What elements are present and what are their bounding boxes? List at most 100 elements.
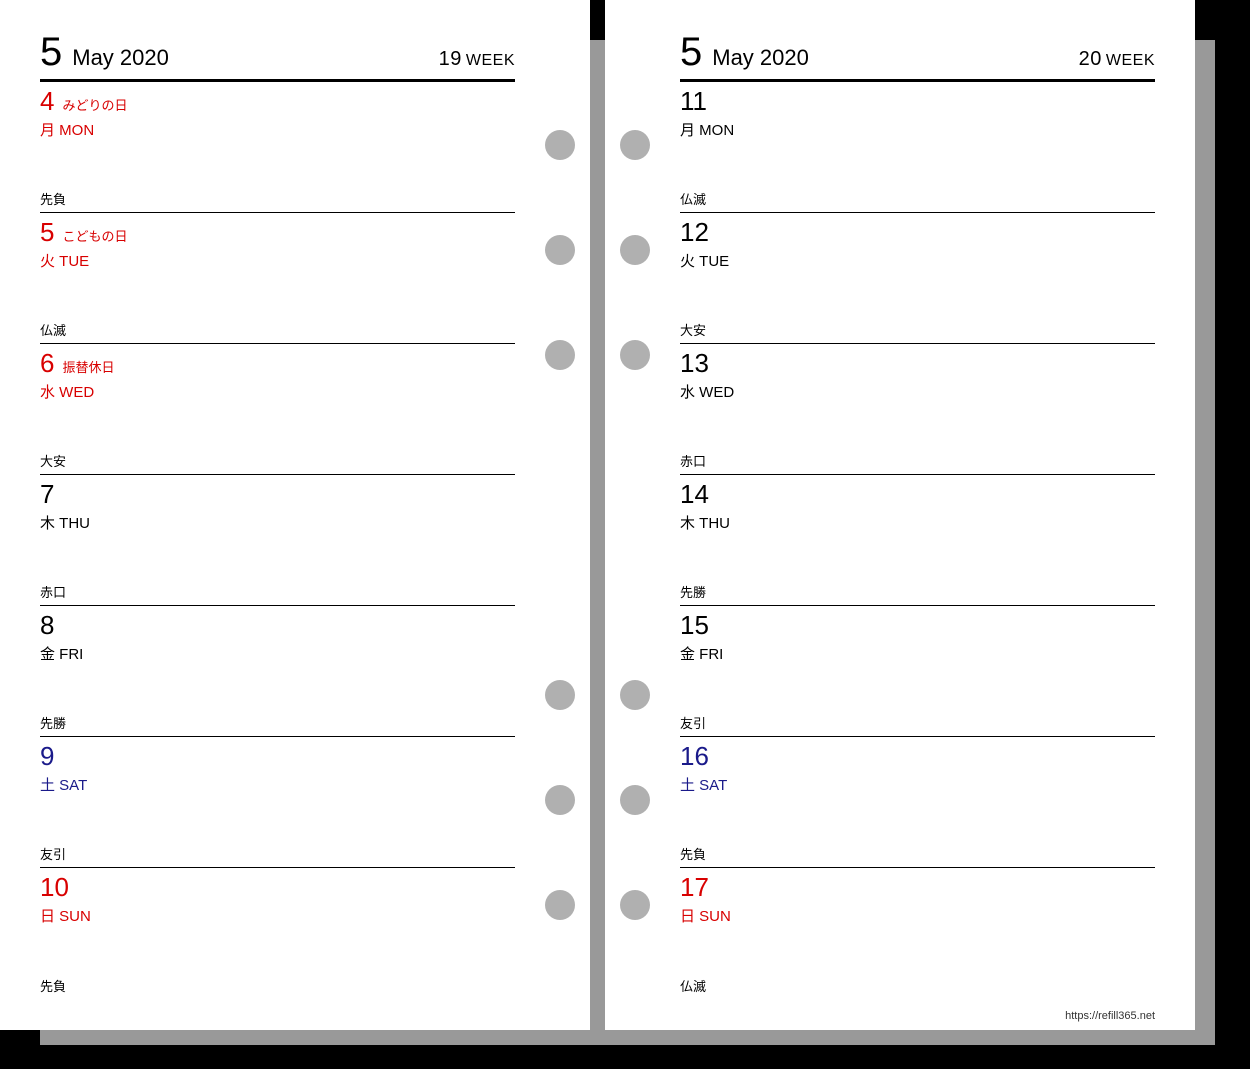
binder-hole-icon (620, 340, 650, 370)
day-row: 17日 SUN 仏滅 (680, 868, 1155, 999)
date-number: 10 (40, 872, 69, 903)
binder-hole-icon (620, 130, 650, 160)
holiday-name: みどりの日 (62, 95, 127, 114)
binder-hole-icon (545, 890, 575, 920)
day-of-week: 日 SUN (40, 905, 515, 926)
date-number: 11 (680, 86, 707, 117)
rokuyou-label: 大安 (40, 451, 66, 470)
rokuyou-label: 先負 (40, 976, 66, 995)
binder-hole-icon (545, 680, 575, 710)
date-line: 13 (680, 348, 1155, 379)
date-number: 13 (680, 348, 709, 379)
rokuyou-label: 先勝 (680, 582, 706, 601)
page-header: 5 May 2020 19WEEK (40, 30, 515, 82)
week-label: 19WEEK (439, 48, 515, 71)
day-of-week: 水 WED (680, 381, 1155, 402)
day-row: 6 振替休日水 WED 大安 (40, 344, 515, 475)
binder-hole-icon (545, 340, 575, 370)
date-number: 8 (40, 610, 54, 641)
binder-hole-icon (545, 785, 575, 815)
binder-hole-icon (620, 235, 650, 265)
day-row: 14木 THU 先勝 (680, 475, 1155, 606)
month-number: 5 (680, 30, 702, 75)
days-list-left: 4 みどりの日月 MON 先負 5 こどもの日火 TUE 仏滅 6 振替休日水 WED 大安 7木… (40, 82, 515, 999)
date-line: 14 (680, 479, 1155, 510)
date-line: 10 (40, 872, 515, 903)
binder-hole-icon (620, 785, 650, 815)
day-row: 9土 SAT 友引 (40, 737, 515, 868)
binder-hole-icon (620, 680, 650, 710)
date-number: 15 (680, 610, 709, 641)
holiday-name: こどもの日 (62, 226, 127, 245)
day-row: 4 みどりの日月 MON 先負 (40, 82, 515, 213)
day-row: 15金 FRI 友引 (680, 606, 1155, 737)
date-number: 7 (40, 479, 54, 510)
date-line: 11 (680, 86, 1155, 117)
date-line: 15 (680, 610, 1155, 641)
date-number: 6 (40, 348, 54, 379)
day-row: 11月 MON 仏滅 (680, 82, 1155, 213)
day-of-week: 土 SAT (680, 774, 1155, 795)
day-row: 12火 TUE 大安 (680, 213, 1155, 344)
date-number: 5 (40, 217, 54, 248)
day-row: 13水 WED 赤口 (680, 344, 1155, 475)
rokuyou-label: 仏滅 (40, 320, 66, 339)
footer-url: https://refill365.net (1065, 1010, 1155, 1022)
date-line: 5 こどもの日 (40, 217, 515, 248)
day-of-week: 月 MON (40, 119, 515, 140)
date-line: 16 (680, 741, 1155, 772)
day-row: 10日 SUN 先負 (40, 868, 515, 999)
day-row: 16土 SAT 先負 (680, 737, 1155, 868)
date-line: 6 振替休日 (40, 348, 515, 379)
binder-holes-left (545, 0, 575, 1030)
right-page: 5 May 2020 20WEEK 11月 MON 仏滅 12火 TUE 大安 13水 … (605, 0, 1195, 1030)
binder-holes-right (620, 0, 650, 1030)
date-number: 16 (680, 741, 709, 772)
date-line: 7 (40, 479, 515, 510)
date-number: 12 (680, 217, 709, 248)
date-line: 17 (680, 872, 1155, 903)
month-year-text: May 2020 (72, 45, 169, 71)
rokuyou-label: 友引 (40, 844, 66, 863)
rokuyou-label: 仏滅 (680, 976, 706, 995)
day-of-week: 水 WED (40, 381, 515, 402)
date-number: 9 (40, 741, 54, 772)
month-number: 5 (40, 30, 62, 75)
rokuyou-label: 赤口 (680, 451, 706, 470)
binder-hole-icon (545, 130, 575, 160)
binder-hole-icon (620, 890, 650, 920)
day-of-week: 火 TUE (680, 250, 1155, 271)
day-of-week: 木 THU (40, 512, 515, 533)
rokuyou-label: 友引 (680, 713, 706, 732)
day-of-week: 土 SAT (40, 774, 515, 795)
left-page: 5 May 2020 19WEEK 4 みどりの日月 MON 先負 5 こどもの日火 T… (0, 0, 590, 1030)
day-of-week: 金 FRI (40, 643, 515, 664)
rokuyou-label: 先勝 (40, 713, 66, 732)
date-number: 14 (680, 479, 709, 510)
date-number: 17 (680, 872, 709, 903)
rokuyou-label: 大安 (680, 320, 706, 339)
rokuyou-label: 先負 (40, 189, 66, 208)
days-list-right: 11月 MON 仏滅 12火 TUE 大安 13水 WED 赤口 14木 THU 先勝 15金 … (680, 82, 1155, 999)
day-row: 7木 THU 赤口 (40, 475, 515, 606)
page-header: 5 May 2020 20WEEK (680, 30, 1155, 82)
week-label: 20WEEK (1079, 48, 1155, 71)
day-of-week: 月 MON (680, 119, 1155, 140)
date-number: 4 (40, 86, 54, 117)
date-line: 12 (680, 217, 1155, 248)
month-year-text: May 2020 (712, 45, 809, 71)
day-of-week: 金 FRI (680, 643, 1155, 664)
day-of-week: 日 SUN (680, 905, 1155, 926)
holiday-name: 振替休日 (62, 357, 114, 376)
date-line: 8 (40, 610, 515, 641)
day-row: 5 こどもの日火 TUE 仏滅 (40, 213, 515, 344)
rokuyou-label: 仏滅 (680, 189, 706, 208)
planner-spread: 5 May 2020 19WEEK 4 みどりの日月 MON 先負 5 こどもの日火 T… (0, 0, 1195, 1030)
rokuyou-label: 赤口 (40, 582, 66, 601)
day-of-week: 木 THU (680, 512, 1155, 533)
day-of-week: 火 TUE (40, 250, 515, 271)
date-line: 4 みどりの日 (40, 86, 515, 117)
day-row: 8金 FRI 先勝 (40, 606, 515, 737)
binder-hole-icon (545, 235, 575, 265)
rokuyou-label: 先負 (680, 844, 706, 863)
